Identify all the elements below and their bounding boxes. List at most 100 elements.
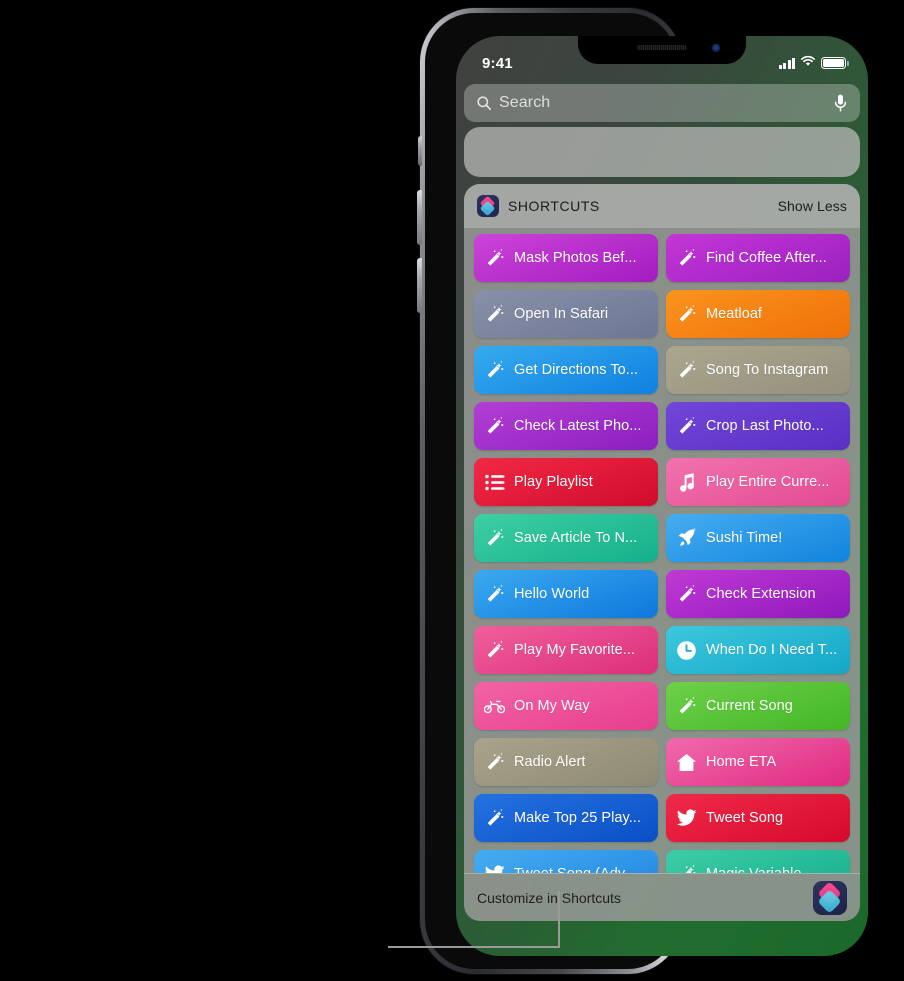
magic-wand-icon <box>484 248 505 269</box>
magic-wand-icon <box>484 304 505 325</box>
magic-wand-icon <box>484 584 505 605</box>
iphone-device: 9:41 Search SHORTCUTS Show Less Mask Pho… <box>417 8 868 974</box>
magic-wand-icon <box>676 416 697 437</box>
magic-wand-icon <box>484 416 505 437</box>
magic-wand-icon <box>676 360 697 381</box>
widget-title: SHORTCUTS <box>508 198 600 214</box>
search-icon <box>476 95 492 111</box>
shortcut-label: Play Entire Curre... <box>706 474 830 490</box>
shortcut-button[interactable]: Open In Safari <box>474 290 658 338</box>
magic-wand-icon <box>676 304 697 325</box>
shortcut-button[interactable]: When Do I Need T... <box>666 626 850 674</box>
shortcut-button[interactable]: Play Playlist <box>474 458 658 506</box>
shortcut-label: Get Directions To... <box>514 362 639 378</box>
shortcut-label: Meatloaf <box>706 306 763 322</box>
shortcut-label: Mask Photos Bef... <box>514 250 637 266</box>
shortcut-button[interactable]: Find Coffee After... <box>666 234 850 282</box>
shortcut-label: Current Song <box>706 698 793 714</box>
magic-wand-icon <box>484 360 505 381</box>
customize-in-shortcuts-label[interactable]: Customize in Shortcuts <box>477 890 621 906</box>
screenshot-stage: 9:41 Search SHORTCUTS Show Less Mask Pho… <box>0 0 904 981</box>
earpiece-speaker <box>637 45 687 50</box>
phone-screen: 9:41 Search SHORTCUTS Show Less Mask Pho… <box>456 36 868 956</box>
wifi-icon <box>800 54 816 72</box>
microphone-icon[interactable] <box>833 93 848 113</box>
shortcut-label: Home ETA <box>706 754 777 770</box>
shortcut-label: Song To Instagram <box>706 362 829 378</box>
shortcut-button[interactable]: Tweet Song (Adv... <box>474 850 658 873</box>
volume-down-button[interactable] <box>417 258 422 313</box>
shortcut-label: Check Latest Pho... <box>514 418 642 434</box>
clock-icon <box>676 640 697 661</box>
shortcut-label: Find Coffee After... <box>706 250 827 266</box>
shortcut-button[interactable]: Mask Photos Bef... <box>474 234 658 282</box>
shortcut-label: Crop Last Photo... <box>706 418 824 434</box>
magic-wand-icon <box>484 808 505 829</box>
shortcut-label: Tweet Song <box>706 810 784 826</box>
shortcut-button[interactable]: Sushi Time! <box>666 514 850 562</box>
shortcut-button[interactable]: Current Song <box>666 682 850 730</box>
shortcut-button[interactable]: Home ETA <box>666 738 850 786</box>
widget-header: SHORTCUTS Show Less <box>464 184 860 228</box>
shortcut-button[interactable]: Crop Last Photo... <box>666 402 850 450</box>
shortcut-button[interactable]: Make Top 25 Play... <box>474 794 658 842</box>
shortcut-label: When Do I Need T... <box>706 642 838 658</box>
magic-wand-icon <box>676 864 697 873</box>
list-icon <box>484 472 505 493</box>
shortcut-label: Tweet Song (Adv... <box>514 866 636 873</box>
magic-wand-icon <box>484 528 505 549</box>
magic-wand-icon <box>676 584 697 605</box>
search-bar[interactable]: Search <box>464 84 860 122</box>
annotation-callout-vertical-line <box>558 891 560 948</box>
shortcut-button[interactable]: Radio Alert <box>474 738 658 786</box>
shortcut-button[interactable]: Magic Variable <box>666 850 850 873</box>
shortcuts-widget: SHORTCUTS Show Less Mask Photos Bef... Fi… <box>464 184 860 921</box>
shortcut-button[interactable]: Save Article To N... <box>474 514 658 562</box>
shortcut-label: Save Article To N... <box>514 530 638 546</box>
shortcut-button[interactable]: Play Entire Curre... <box>666 458 850 506</box>
show-less-button[interactable]: Show Less <box>778 198 847 214</box>
twitter-bird-icon <box>676 808 697 829</box>
cellular-signal-icon <box>778 57 795 69</box>
shortcut-label: Sushi Time! <box>706 530 783 546</box>
shortcut-button[interactable]: Meatloaf <box>666 290 850 338</box>
shortcut-button[interactable]: On My Way <box>474 682 658 730</box>
shortcut-label: On My Way <box>514 698 590 714</box>
twitter-bird-icon <box>484 864 505 873</box>
battery-icon <box>821 57 849 69</box>
magic-wand-icon <box>484 640 505 661</box>
rocket-icon <box>676 528 697 549</box>
search-input[interactable]: Search <box>499 94 550 112</box>
home-icon <box>676 752 697 773</box>
device-notch <box>578 36 746 64</box>
music-note-icon <box>676 472 697 493</box>
motorcycle-icon <box>484 696 505 717</box>
magic-wand-icon <box>676 696 697 717</box>
status-bar-time: 9:41 <box>482 54 513 72</box>
magic-wand-icon <box>676 248 697 269</box>
shortcut-label: Play My Favorite... <box>514 642 636 658</box>
shortcut-button[interactable]: Check Latest Pho... <box>474 402 658 450</box>
shortcuts-app-icon <box>477 195 499 217</box>
shortcut-button[interactable]: Check Extension <box>666 570 850 618</box>
shortcut-button[interactable]: Hello World <box>474 570 658 618</box>
shortcut-label: Check Extension <box>706 586 816 602</box>
shortcuts-app-icon-footer[interactable] <box>813 880 847 915</box>
partial-widget-card-above[interactable] <box>464 127 860 177</box>
shortcut-button[interactable]: Play My Favorite... <box>474 626 658 674</box>
status-bar-indicators <box>778 54 849 72</box>
volume-up-button[interactable] <box>417 190 422 245</box>
shortcut-button[interactable]: Song To Instagram <box>666 346 850 394</box>
shortcut-label: Hello World <box>514 586 590 602</box>
shortcut-label: Make Top 25 Play... <box>514 810 641 826</box>
shortcut-label: Play Playlist <box>514 474 593 490</box>
silent-switch-button[interactable] <box>418 136 422 166</box>
front-camera-icon <box>712 44 720 52</box>
shortcut-label: Open In Safari <box>514 306 609 322</box>
shortcut-label: Radio Alert <box>514 754 586 770</box>
shortcuts-grid: Mask Photos Bef... Find Coffee After... Op… <box>464 228 860 873</box>
magic-wand-icon <box>484 752 505 773</box>
widget-footer[interactable]: Customize in Shortcuts <box>464 873 860 921</box>
shortcut-button[interactable]: Tweet Song <box>666 794 850 842</box>
shortcut-button[interactable]: Get Directions To... <box>474 346 658 394</box>
